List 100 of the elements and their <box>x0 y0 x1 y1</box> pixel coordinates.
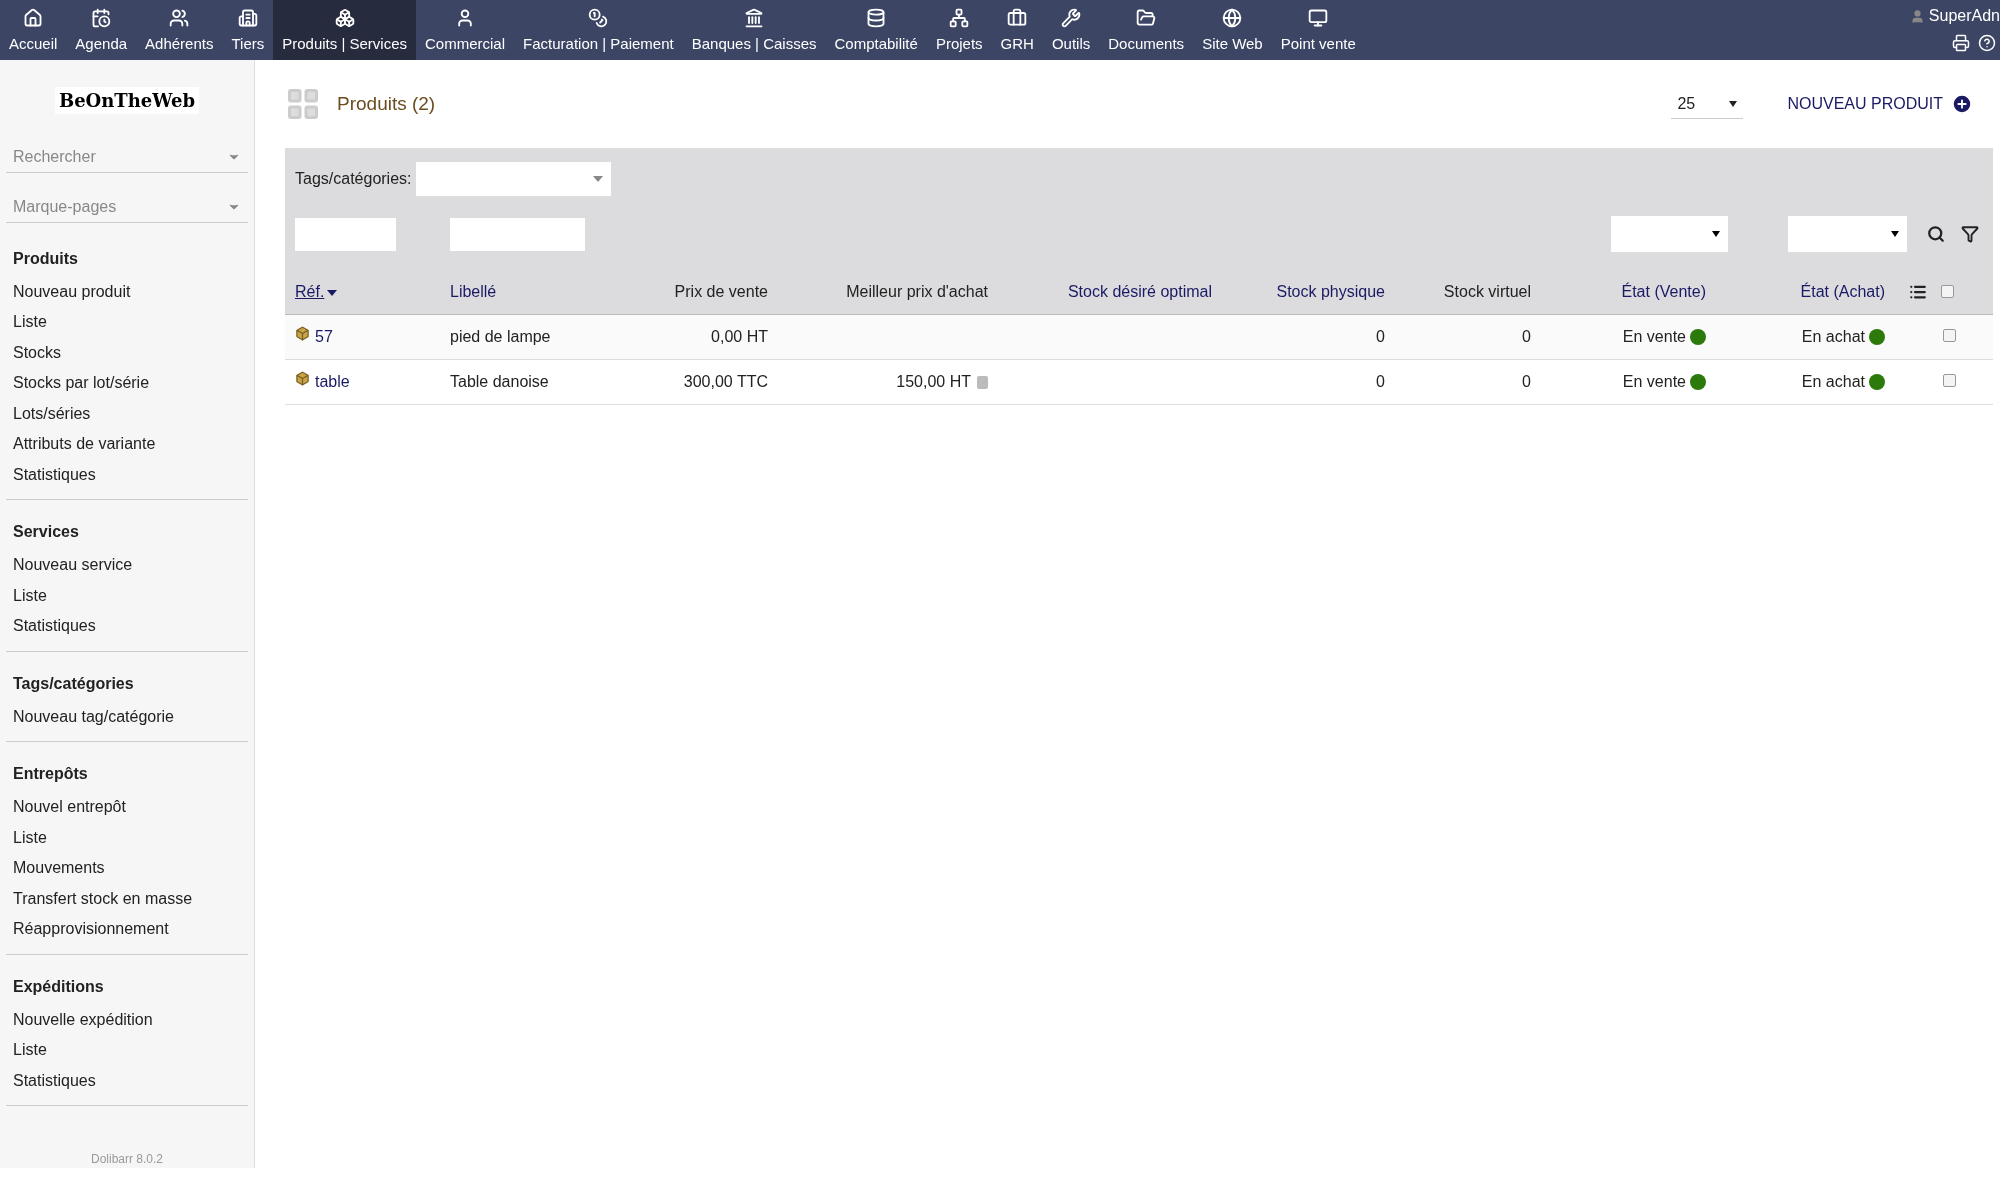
column-header[interactable]: État (Vente) <box>1621 282 1706 300</box>
table-cell: Table danoise <box>450 372 549 390</box>
menu-item[interactable]: Statistiques <box>6 1065 248 1096</box>
nav-tab[interactable]: Produits | Services <box>273 0 417 60</box>
table-cell: 150,00 HT <box>896 372 971 390</box>
menu-item[interactable]: Liste <box>6 580 248 611</box>
row-checkbox[interactable] <box>1943 373 1956 387</box>
new-product-button[interactable]: NOUVEAU PRODUIT <box>1787 92 1973 116</box>
column-header[interactable]: Réf. <box>295 282 325 300</box>
nav-icon <box>1308 7 1329 28</box>
menu-item[interactable]: Nouvel entrepôt <box>6 792 248 823</box>
table-cell: 0 <box>1376 327 1385 345</box>
nav-icon <box>334 7 355 28</box>
nav-tab[interactable]: Commercial <box>416 0 515 60</box>
nav-icon <box>866 7 887 28</box>
nav-icon <box>1222 7 1243 28</box>
menu-section-title[interactable]: Entrepôts <box>6 756 248 792</box>
nav-tab[interactable]: Adhérents <box>136 0 223 60</box>
menu-item[interactable]: Stocks <box>6 337 248 368</box>
nav-icon <box>949 7 970 28</box>
page-title: Produits (2) <box>337 91 436 116</box>
nav-tab[interactable]: Tiers <box>222 0 274 60</box>
per-page-select[interactable]: 25 <box>1671 89 1744 119</box>
nav-icon <box>588 7 609 28</box>
sort-caret-icon <box>327 289 338 296</box>
menu-item[interactable]: Mouvements <box>6 853 248 884</box>
plus-icon <box>1951 93 1973 115</box>
menu-item[interactable]: Nouveau service <box>6 550 248 581</box>
nav-icon <box>91 7 112 28</box>
caret-icon <box>1729 100 1738 107</box>
menu-item[interactable]: Liste <box>6 822 248 853</box>
menu-section-title[interactable]: Expéditions <box>6 968 248 1005</box>
menu-item[interactable]: Liste <box>6 1035 248 1066</box>
menu-item[interactable]: Liste <box>6 307 248 338</box>
select-all-checkbox[interactable] <box>1941 285 1954 299</box>
user-name[interactable]: SuperAdn <box>1928 4 2000 28</box>
caret-icon <box>1712 231 1720 237</box>
table-cell: 0 <box>1522 327 1531 345</box>
label-filter-input[interactable] <box>450 217 585 251</box>
clear-filter-icon[interactable] <box>1961 225 1979 243</box>
table-cell: 0,00 HT <box>711 327 768 345</box>
nav-tab[interactable]: Outils <box>1042 0 1100 60</box>
nav-tab[interactable]: Site Web <box>1193 0 1272 60</box>
menu-item[interactable]: Nouveau tag/catégorie <box>6 701 248 732</box>
menu-section-title[interactable]: Produits <box>6 240 248 277</box>
product-cube-icon <box>295 371 310 386</box>
menu-item[interactable]: Statistiques <box>6 611 248 642</box>
table-cell: pied de lampe <box>450 327 551 345</box>
table-cell: 0 <box>1376 372 1385 390</box>
nav-icon <box>1061 7 1082 28</box>
nav-tab[interactable]: Projets <box>926 0 992 60</box>
nav-tab[interactable]: Documents <box>1099 0 1194 60</box>
nav-icon <box>237 7 258 28</box>
nav-icon <box>744 7 765 28</box>
column-header[interactable]: Libellé <box>450 282 497 300</box>
buy-status-text: En achat <box>1801 372 1865 390</box>
search-icon[interactable] <box>1927 225 1945 243</box>
nav-tab[interactable]: Facturation | Paiement <box>514 0 683 60</box>
nav-icon <box>169 7 190 28</box>
menu-item[interactable]: Transfert stock en masse <box>6 883 248 914</box>
menu-item[interactable]: Attributs de variante <box>6 429 248 460</box>
menu-item[interactable]: Stocks par lot/série <box>6 368 248 399</box>
row-checkbox[interactable] <box>1943 328 1956 342</box>
table-cell: 0 <box>1522 372 1531 390</box>
nav-tab[interactable]: Comptabilité <box>825 0 927 60</box>
menu-item[interactable]: Lots/séries <box>6 398 248 429</box>
product-cube-icon <box>295 326 310 341</box>
menu-section-title[interactable]: Services <box>6 514 248 550</box>
column-header: Meilleur prix d'achat <box>846 282 988 300</box>
nav-icon <box>1007 7 1028 28</box>
logo[interactable]: BeOnTheWeb <box>54 87 200 114</box>
nav-tab[interactable]: Banques | Caisses <box>682 0 826 60</box>
table-cell: 300,00 TTC <box>683 372 768 390</box>
products-icon <box>285 86 321 122</box>
version-text: Dolibarr 8.0.2 <box>89 1151 164 1168</box>
ref-filter-input[interactable] <box>295 217 396 251</box>
column-header[interactable]: Stock physique <box>1276 282 1385 300</box>
column-header[interactable]: Stock désiré optimal <box>1067 282 1212 300</box>
help-icon[interactable] <box>1978 34 1996 52</box>
buy-status-text: En achat <box>1801 327 1865 345</box>
caret-icon <box>1891 231 1899 237</box>
product-ref-link[interactable]: table <box>315 369 350 394</box>
print-icon[interactable] <box>1952 34 1970 52</box>
nav-tab[interactable]: Point vente <box>1271 0 1365 60</box>
tags-label: Tags/catégories: <box>295 169 412 189</box>
sale-status-text: En vente <box>1622 327 1686 345</box>
menu-section-title[interactable]: Tags/catégories <box>6 665 248 702</box>
menu-item[interactable]: Nouveau produit <box>6 276 248 307</box>
menu-item[interactable]: Réapprovisionnement <box>6 914 248 945</box>
nav-tab[interactable]: Accueil <box>0 0 67 60</box>
menu-item[interactable]: Nouvelle expédition <box>6 1004 248 1035</box>
nav-tab[interactable]: GRH <box>991 0 1043 60</box>
caret-icon <box>592 176 603 182</box>
nav-icon <box>1136 7 1157 28</box>
column-header[interactable]: État (Achat) <box>1800 282 1885 300</box>
column-header: Prix de vente <box>674 282 768 300</box>
menu-item[interactable]: Statistiques <box>6 459 248 490</box>
product-ref-link[interactable]: 57 <box>315 324 333 349</box>
nav-icon <box>23 7 44 28</box>
nav-tab[interactable]: Agenda <box>66 0 137 60</box>
